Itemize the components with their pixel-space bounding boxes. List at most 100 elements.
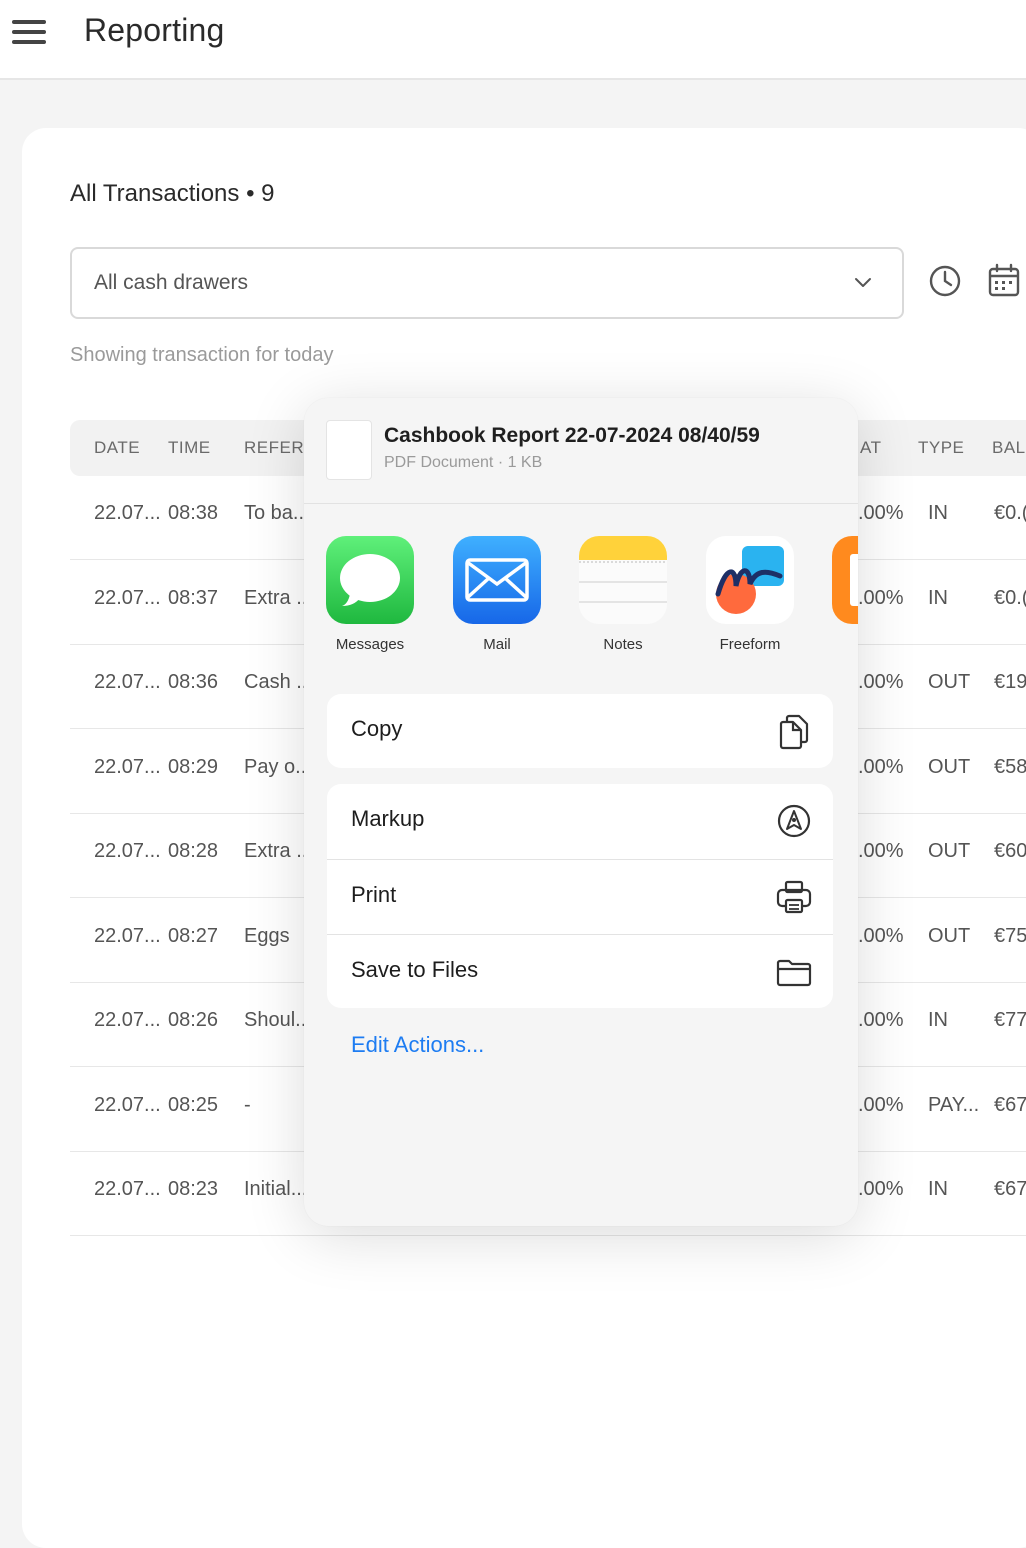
share-app-messages[interactable]: Messages	[320, 536, 420, 656]
cell-reference: Shoul...	[244, 1009, 312, 1031]
print-action-label: Print	[351, 882, 397, 907]
column-header-type[interactable]: TYPE	[918, 438, 964, 458]
share-sheet-header: Cashbook Report 22-07-2024 08/40/59 PDF …	[304, 398, 858, 504]
cell-balance: €0.(	[994, 586, 1026, 609]
cell-date: 22.07...	[94, 840, 161, 862]
print-action[interactable]: Print	[327, 859, 833, 933]
hamburger-menu-icon[interactable]	[12, 20, 46, 44]
section-title-text: All Transactions	[70, 180, 240, 207]
printer-icon	[776, 880, 812, 914]
cell-reference: Cash ...	[244, 671, 313, 693]
notes-icon	[579, 536, 667, 624]
cell-balance: €67	[994, 1093, 1026, 1116]
cell-time: 08:25	[168, 1093, 219, 1116]
share-app-freeform[interactable]: Freeform	[700, 536, 800, 656]
cell-vat: .00%	[858, 1009, 904, 1031]
edit-actions-link[interactable]: Edit Actions...	[351, 1032, 484, 1058]
column-header-vat[interactable]: AT	[860, 438, 881, 458]
cell-balance: €19	[994, 671, 1026, 693]
cell-time: 08:29	[168, 755, 219, 778]
document-thumbnail	[326, 420, 372, 480]
cell-type: IN	[928, 1178, 948, 1200]
section-title: All Transactions • 9	[70, 180, 275, 208]
copy-action-label: Copy	[351, 716, 403, 741]
save-to-files-action-label: Save to Files	[351, 957, 479, 982]
cell-type: OUT	[928, 671, 971, 693]
copy-action[interactable]: Copy	[327, 694, 833, 768]
save-to-files-action[interactable]: Save to Files	[327, 934, 833, 1008]
cell-date: 22.07...	[94, 1009, 161, 1031]
cell-time: 08:26	[168, 1009, 219, 1031]
share-app-label: Messages	[335, 636, 405, 653]
calendar-icon[interactable]	[986, 262, 1022, 300]
cell-reference: -	[244, 1093, 251, 1116]
cell-time: 08:38	[168, 502, 219, 524]
folder-icon	[776, 959, 812, 987]
chevron-down-icon	[855, 278, 871, 287]
cell-vat: .00%	[858, 924, 904, 947]
books-icon	[832, 536, 858, 624]
cell-vat: .00%	[858, 586, 904, 609]
share-action-group: Markup Print Save to Files	[327, 784, 833, 1008]
markup-action-label: Markup	[351, 806, 425, 831]
date-range-subtitle: Showing transaction for today	[70, 344, 334, 366]
cell-type: IN	[928, 502, 948, 524]
column-header-date[interactable]: DATE	[94, 438, 140, 458]
markup-action[interactable]: Markup	[327, 784, 833, 858]
freeform-icon	[706, 536, 794, 624]
cell-reference: Pay o...	[244, 755, 312, 778]
cell-time: 08:23	[168, 1178, 219, 1200]
markup-pen-icon	[777, 804, 811, 838]
cell-balance: €58	[994, 755, 1026, 778]
cell-balance: €60	[994, 840, 1026, 862]
cell-time: 08:37	[168, 586, 219, 609]
cell-vat: .00%	[858, 1178, 904, 1200]
cell-balance: €75	[994, 924, 1026, 947]
cell-time: 08:36	[168, 671, 219, 693]
cell-date: 22.07...	[94, 1178, 161, 1200]
column-header-balance[interactable]: BAL	[992, 438, 1026, 458]
cash-drawer-select-value: All cash drawers	[94, 271, 249, 294]
share-action-group-copy: Copy	[327, 694, 833, 768]
cell-balance: €77	[994, 1009, 1026, 1031]
column-header-time[interactable]: TIME	[168, 438, 211, 458]
share-app-books[interactable]: B	[826, 536, 858, 656]
cell-balance: €67	[994, 1178, 1026, 1200]
document-meta: PDF Document · 1 KB	[384, 454, 543, 471]
clock-icon[interactable]	[926, 262, 964, 300]
share-sheet: Cashbook Report 22-07-2024 08/40/59 PDF …	[304, 398, 858, 1226]
document-title: Cashbook Report 22-07-2024 08/40/59	[384, 424, 760, 447]
cell-type: OUT	[928, 840, 971, 862]
cell-date: 22.07...	[94, 671, 161, 693]
share-apps-row: Messages Mail Notes Freeform	[304, 532, 858, 662]
cell-type: IN	[928, 1009, 948, 1031]
transaction-count: 9	[261, 180, 275, 207]
cell-type: OUT	[928, 924, 971, 947]
share-app-mail[interactable]: Mail	[447, 536, 547, 656]
share-app-label: Notes	[603, 636, 643, 653]
share-app-notes[interactable]: Notes	[573, 536, 673, 656]
cell-date: 22.07...	[94, 1093, 161, 1116]
cash-drawer-select[interactable]: All cash drawers	[70, 247, 904, 319]
share-app-label: B	[826, 636, 858, 653]
top-bar: Reporting	[0, 0, 1026, 80]
cell-time: 08:28	[168, 840, 219, 862]
cell-balance: €0.(	[994, 502, 1026, 524]
cell-type: OUT	[928, 755, 971, 778]
cell-reference: Extra ...	[244, 840, 313, 862]
cell-vat: .00%	[858, 755, 904, 778]
cell-type: IN	[928, 586, 948, 609]
cell-date: 22.07...	[94, 755, 161, 778]
cell-vat: .00%	[858, 502, 904, 524]
mail-icon	[453, 536, 541, 624]
cell-date: 22.07...	[94, 924, 161, 947]
cell-type: PAY...	[928, 1093, 980, 1116]
cell-reference: Eggs	[244, 924, 290, 947]
cell-date: 22.07...	[94, 586, 161, 609]
cell-date: 22.07...	[94, 502, 161, 524]
cell-reference: Extra ...	[244, 586, 313, 609]
cell-reference: To ba...	[244, 502, 310, 524]
cell-reference: Initial...	[244, 1178, 308, 1200]
cell-vat: .00%	[858, 671, 904, 693]
cell-vat: .00%	[858, 840, 904, 862]
